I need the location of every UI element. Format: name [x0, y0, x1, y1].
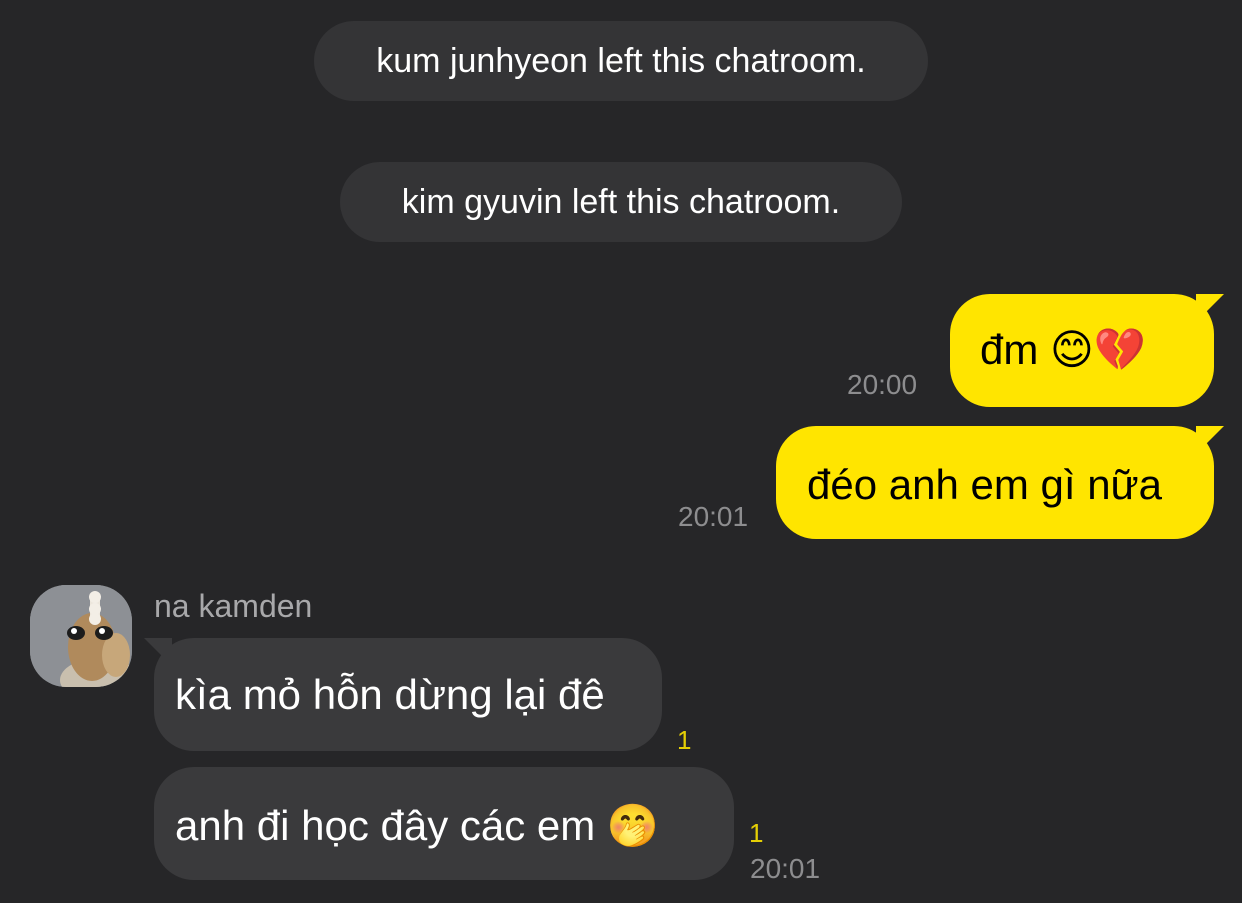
bubble-tail — [144, 638, 172, 666]
message-timestamp: 20:00 — [847, 369, 918, 400]
message-timestamp: 20:01 — [678, 501, 749, 532]
outgoing-message-bubble[interactable]: đéo anh em gì nữa — [776, 426, 1224, 539]
sender-name: na kamden — [154, 588, 313, 624]
smiling-face-icon: 😊 — [1050, 325, 1094, 374]
message-text: anh đi học đây các em — [175, 802, 596, 849]
bubble-tail — [1196, 294, 1224, 322]
message-text: kìa mỏ hỗn dừng lại đê — [175, 671, 605, 718]
plush-toy-avatar-icon — [30, 585, 132, 687]
message-content: anh đi học đây các em 🤭 — [175, 805, 659, 847]
message-text: đéo anh em gì nữa — [807, 461, 1163, 508]
message-content: đm 😊💔 — [980, 329, 1146, 371]
unread-count: 1 — [677, 725, 692, 755]
incoming-message-bubble[interactable]: kìa mỏ hỗn dừng lại đê — [144, 638, 662, 751]
system-message-left-chat: kim gyuvin left this chatroom. — [340, 162, 902, 242]
message-text: đm — [980, 326, 1039, 373]
system-message-left-chat: kum junhyeon left this chatroom. — [314, 21, 928, 101]
bubble-tail — [1196, 426, 1224, 454]
outgoing-message-bubble[interactable]: đm 😊💔 — [950, 294, 1224, 407]
incoming-message-bubble[interactable]: anh đi học đây các em 🤭 — [154, 767, 734, 880]
sender-avatar[interactable] — [30, 585, 132, 687]
message-timestamp: 20:01 — [750, 853, 821, 884]
broken-heart-icon: 💔 — [1093, 325, 1147, 374]
hand-over-mouth-icon: 🤭 — [606, 801, 660, 850]
unread-count: 1 — [749, 818, 764, 848]
